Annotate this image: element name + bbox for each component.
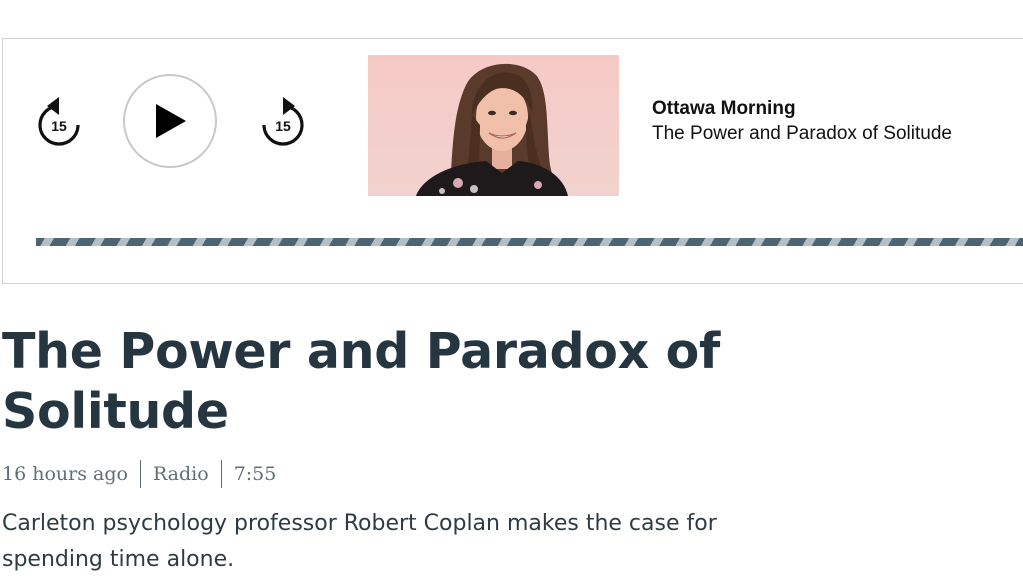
article-byline: 16 hours ago Radio 7:55 bbox=[2, 460, 276, 488]
byline-divider bbox=[139, 460, 141, 488]
article-headline: The Power and Paradox of Solitude bbox=[2, 323, 721, 440]
progress-bar[interactable] bbox=[36, 238, 1023, 246]
publish-time: 16 hours ago bbox=[2, 463, 128, 485]
play-icon bbox=[156, 104, 186, 138]
byline-divider bbox=[220, 460, 222, 488]
guest-portrait-image bbox=[416, 63, 568, 196]
duration-label: 7:55 bbox=[233, 463, 277, 485]
episode-thumbnail bbox=[368, 55, 619, 196]
skip-back-button[interactable]: 15 bbox=[35, 95, 83, 149]
article-summary: Carleton psychology professor Robert Cop… bbox=[2, 511, 717, 572]
show-name[interactable]: Ottawa Morning bbox=[652, 97, 952, 121]
rewind-15-icon: 15 bbox=[38, 97, 80, 146]
episode-meta: Ottawa Morning The Power and Paradox of … bbox=[652, 97, 952, 147]
skip-back-seconds: 15 bbox=[51, 118, 67, 134]
skip-forward-seconds: 15 bbox=[275, 118, 291, 134]
episode-title: The Power and Paradox of Solitude bbox=[652, 123, 952, 144]
play-button[interactable] bbox=[123, 74, 217, 168]
forward-15-icon: 15 bbox=[262, 97, 304, 146]
audio-player: 15 15 Ottawa Morning The Power and Parad… bbox=[2, 38, 1023, 284]
category-label: Radio bbox=[152, 463, 209, 485]
skip-forward-button[interactable]: 15 bbox=[259, 95, 307, 149]
page: 15 15 Ottawa Morning The Power and Parad… bbox=[0, 0, 1023, 582]
